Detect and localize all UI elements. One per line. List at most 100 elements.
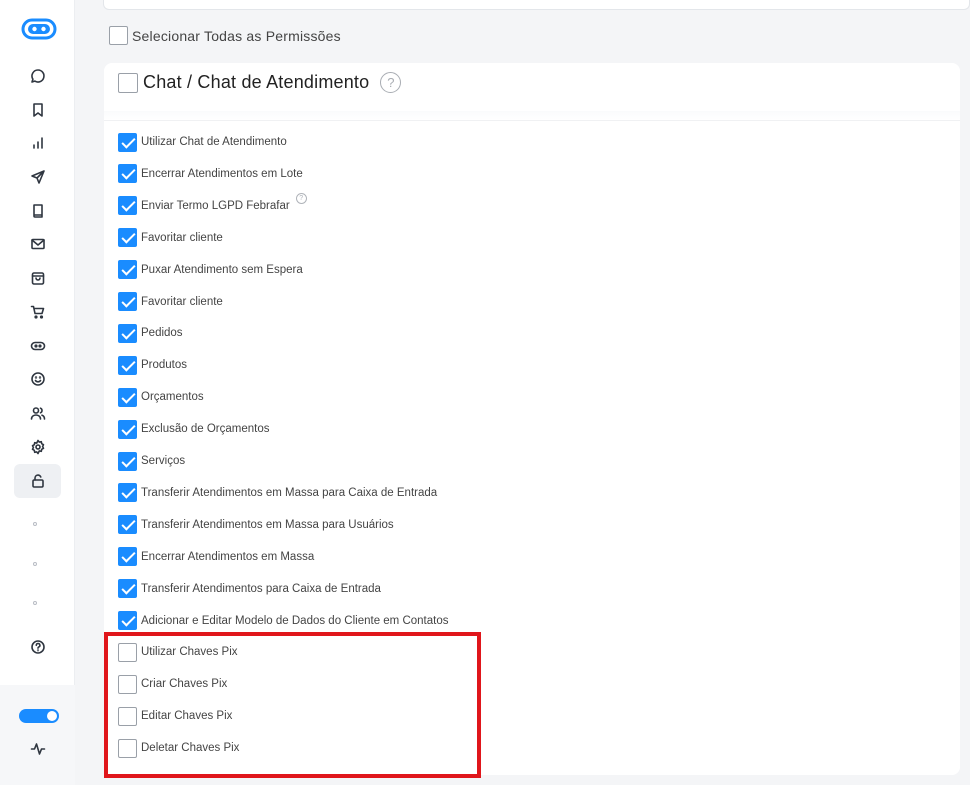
permission-item[interactable]: Enviar Termo LGPD Febrafar? [118, 193, 307, 216]
permission-item[interactable]: Produtos [118, 355, 187, 375]
permission-label: Favoritar cliente [141, 231, 223, 244]
permission-label: Orçamentos [141, 391, 204, 404]
permission-item[interactable]: Criar Chaves Pix [118, 674, 227, 694]
nav-dot [33, 601, 37, 605]
permission-checkbox[interactable] [118, 642, 137, 662]
permission-checkbox[interactable] [118, 132, 137, 152]
send-icon [30, 170, 45, 184]
permission-item[interactable]: Pedidos [118, 323, 183, 343]
permission-label: Serviços [141, 455, 186, 467]
activity-icon [30, 743, 45, 755]
top-card [103, 0, 970, 10]
sidebar [0, 0, 75, 785]
permission-item[interactable]: Puxar Atendimento sem Espera [118, 260, 303, 280]
permission-checkbox[interactable] [118, 611, 137, 630]
permission-item[interactable]: Utilizar Chaves Pix [118, 642, 238, 662]
nav-users[interactable] [14, 396, 61, 430]
unlock-icon [31, 474, 44, 488]
permission-item[interactable]: Favoritar cliente [118, 228, 223, 248]
permission-checkbox[interactable] [118, 579, 137, 599]
permission-checkbox[interactable] [118, 323, 137, 343]
nav-help[interactable] [14, 630, 61, 664]
help-icon[interactable]: ? [295, 193, 307, 205]
settings-icon [31, 439, 44, 455]
help-icon[interactable]: ? [380, 72, 402, 93]
permission-item[interactable]: Transferir Atendimentos para Caixa de En… [118, 579, 381, 599]
nav-emoji[interactable] [14, 362, 61, 396]
status-toggle[interactable] [19, 709, 59, 723]
section-title: Chat / Chat de Atendimento [143, 72, 370, 92]
permission-item[interactable]: Orçamentos [118, 387, 204, 407]
chat-icon [30, 69, 45, 83]
permission-checkbox[interactable] [118, 292, 137, 311]
permission-checkbox[interactable] [118, 419, 137, 439]
permission-item[interactable]: Adicionar e Editar Modelo de Dados do Cl… [118, 611, 448, 631]
bot-logo-icon[interactable] [21, 18, 57, 40]
permission-item[interactable]: Serviços [118, 451, 185, 471]
permission-checkbox[interactable] [118, 451, 137, 471]
nav-dot [33, 522, 37, 526]
select-all-label: Selecionar Todas as Permissões [132, 27, 341, 44]
nav-activity[interactable] [14, 732, 61, 766]
nav-bots[interactable] [14, 329, 61, 363]
permission-item[interactable]: Utilizar Chat de Atendimento [118, 132, 287, 152]
permission-checkbox[interactable] [118, 196, 137, 216]
nav-bag[interactable] [14, 261, 61, 295]
permission-item[interactable]: Encerrar Atendimentos em Massa [118, 547, 314, 567]
smile-icon [30, 372, 45, 386]
permission-label: Enviar Termo LGPD Febrafar [141, 199, 290, 212]
section-header: Chat / Chat de Atendimento ? [118, 72, 402, 93]
nav-dot [33, 562, 37, 566]
permission-checkbox[interactable] [118, 260, 137, 280]
permission-item[interactable]: Favoritar cliente [118, 292, 223, 312]
users-icon [30, 407, 45, 420]
header-divider [104, 111, 960, 121]
permission-checkbox[interactable] [118, 706, 137, 726]
permission-checkbox[interactable] [118, 547, 137, 567]
permission-item[interactable]: Deletar Chaves Pix [118, 738, 239, 758]
select-all-permissions[interactable]: Selecionar Todas as Permissões [109, 26, 341, 45]
permission-checkbox[interactable] [118, 483, 137, 503]
permission-label: Criar Chaves Pix [141, 678, 228, 691]
permission-label: Utilizar Chat de Atendimento [141, 136, 287, 148]
help-circle-icon [30, 640, 45, 654]
nav-mail[interactable] [14, 227, 61, 261]
permission-item[interactable]: Transferir Atendimentos em Massa para Ca… [118, 483, 437, 503]
permission-item[interactable]: Editar Chaves Pix [118, 706, 232, 726]
permission-checkbox[interactable] [118, 387, 137, 407]
permission-label: Puxar Atendimento sem Espera [141, 263, 303, 276]
nav-settings[interactable] [14, 430, 61, 464]
permissions-card: Chat / Chat de Atendimento ? Utilizar Ch… [104, 63, 960, 775]
permission-label: Exclusão de Orçamentos [141, 423, 270, 436]
nav-chat[interactable] [14, 59, 61, 93]
permission-label: Pedidos [141, 327, 183, 340]
select-all-checkbox[interactable] [109, 26, 128, 45]
permission-checkbox[interactable] [118, 355, 137, 375]
bookmark-icon [32, 103, 43, 117]
permission-checkbox[interactable] [118, 228, 137, 248]
permission-label: Produtos [141, 359, 188, 372]
section-checkbox[interactable] [118, 72, 138, 93]
permission-checkbox[interactable] [118, 674, 137, 694]
nav-reports[interactable] [14, 126, 61, 160]
cart-icon [30, 305, 44, 319]
permission-label: Deletar Chaves Pix [141, 742, 240, 755]
permission-label: Encerrar Atendimentos em Lote [141, 167, 303, 180]
permission-label: Utilizar Chaves Pix [141, 646, 238, 659]
permission-checkbox[interactable] [118, 738, 137, 758]
permission-checkbox[interactable] [118, 164, 137, 184]
nav-bookmark[interactable] [14, 93, 61, 127]
permission-item[interactable]: Exclusão de Orçamentos [118, 419, 269, 439]
bag-icon [31, 272, 44, 285]
nav-permissions[interactable] [14, 464, 61, 498]
permission-item[interactable]: Transferir Atendimentos em Massa para Us… [118, 515, 394, 535]
permission-item[interactable]: Encerrar Atendimentos em Lote [118, 164, 303, 184]
permission-checkbox[interactable] [118, 515, 137, 535]
bot-icon [30, 341, 45, 351]
permission-label: Encerrar Atendimentos em Massa [141, 550, 315, 563]
book-icon [32, 204, 43, 218]
nav-send[interactable] [14, 160, 61, 194]
nav-book[interactable] [14, 194, 61, 228]
nav-cart[interactable] [14, 295, 61, 329]
permission-label: Transferir Atendimentos para Caixa de En… [141, 582, 381, 595]
